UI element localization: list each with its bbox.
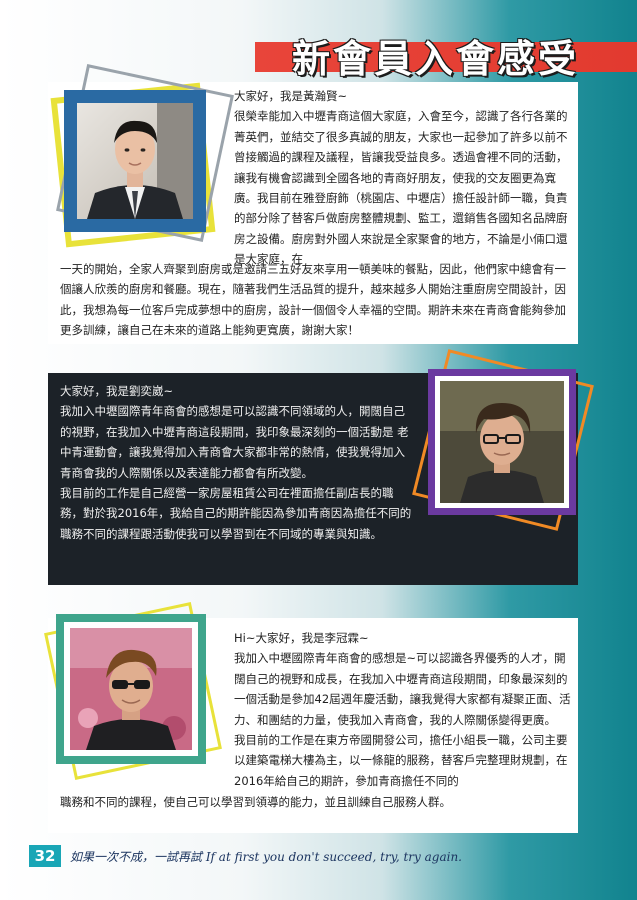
member-card-3: Hi~大家好，我是李冠霖~ 我加入中壢國際青年商會的感想是~可以認識各界優秀的人…: [44, 602, 578, 833]
member-body-1-cont: 一天的開始，全家人齊聚到廚房或是邀請三五好友來享用一頓美味的餐點，因此，他們家中…: [60, 262, 566, 338]
member-body-3-end: 職務和不同的課程，使自己可以學習到領導的能力，並且訓練自己服務人群。: [60, 795, 451, 809]
member-body-2: 我加入中壢國際青年商會的感想是可以認識不同領域的人，開闊自己的視野，在我加入中壢…: [60, 404, 409, 480]
member-greeting-2: 大家好，我是劉奕崴~: [60, 384, 174, 398]
member-text-3-bottom: 職務和不同的課程，使自己可以學習到領導的能力，並且訓練自己服務人群。: [60, 792, 574, 812]
member-body-1: 很榮幸能加入中壢青商這個大家庭，入會至今，認識了各行各業的菁英們，並結交了很多真…: [234, 109, 568, 267]
member-card-2: 大家好，我是劉奕崴~ 我加入中壢國際青年商會的感想是可以認識不同領域的人，開闊自…: [48, 349, 594, 585]
page-title: 新會員入會感受: [292, 36, 580, 81]
member-body-3-cont: 我目前的工作是在東方帝國開發公司，擔任小組長一職，公司主要以建築電梯大樓為主，以…: [234, 733, 568, 788]
member-body-2-cont: 我目前的工作是自己經營一家房屋租賃公司在裡面擔任副店長的職務，對於我2016年，…: [60, 486, 412, 541]
member-greeting-3: Hi~大家好，我是李冠霖~: [234, 631, 369, 645]
member-photo-3: [70, 628, 192, 750]
member-card-1: 大家好，我是黃瀚賢~ 很榮幸能加入中壢青商這個大家庭，入會至今，認識了各行各業的…: [48, 64, 578, 344]
member-text-1-bottom: 一天的開始，全家人齊聚到廚房或是邀請三五好友來享用一頓美味的餐點，因此，他們家中…: [60, 259, 574, 341]
photo-frame-3: [44, 594, 224, 780]
photo-frame-2: [412, 349, 594, 537]
member-text-2: 大家好，我是劉奕崴~ 我加入中壢國際青年商會的感想是可以認識不同領域的人，開闊自…: [60, 381, 416, 544]
member-photo-2: [440, 381, 564, 503]
member-photo-1: [77, 103, 193, 219]
page-number: 32: [29, 845, 61, 867]
footer-quote: 如果一次不成，一試再試 If at first you don't succee…: [70, 850, 462, 864]
member-text-3-top: Hi~大家好，我是李冠霖~ 我加入中壢國際青年商會的感想是~可以認識各界優秀的人…: [234, 628, 574, 791]
photo-frame-1: [50, 64, 234, 248]
member-body-3: 我加入中壢國際青年商會的感想是~可以認識各界優秀的人才，開闊自己的視野和成長，在…: [234, 651, 571, 727]
member-greeting-1: 大家好，我是黃瀚賢~: [234, 89, 348, 103]
member-text-1-top: 大家好，我是黃瀚賢~ 很榮幸能加入中壢青商這個大家庭，入會至今，認識了各行各業的…: [234, 86, 574, 270]
